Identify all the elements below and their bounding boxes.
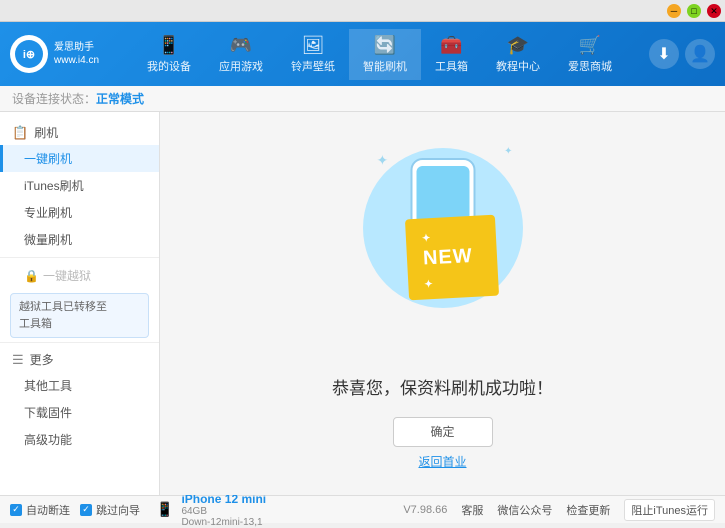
nav-tutorials-label: 教程中心 bbox=[496, 58, 540, 74]
nav-my-device[interactable]: 📱 我的设备 bbox=[133, 29, 205, 80]
nav-smart-flash-label: 智能刷机 bbox=[363, 58, 407, 74]
bottom-right: V7.98.66 客服 微信公众号 检查更新 阻止iTunes运行 bbox=[403, 499, 715, 521]
logo-icon: i⊕ bbox=[15, 40, 43, 68]
success-message: 恭喜您，保资料刷机成功啦！ bbox=[332, 374, 553, 399]
nav-store[interactable]: 🛒 爱思商城 bbox=[554, 29, 626, 80]
skip-wizard-label[interactable]: 跳过向导 bbox=[96, 502, 140, 518]
jailbreak-note-text: 越狱工具已转移至工具箱 bbox=[19, 301, 107, 330]
logo-area: i⊕ 爱思助手 www.i4.cn bbox=[10, 35, 110, 73]
bottombar: ✓ 自动断连 ✓ 跳过向导 📱 iPhone 12 mini 64GB Down… bbox=[0, 495, 725, 523]
device-storage: 64GB bbox=[181, 506, 266, 517]
device-model: Down-12mini-13,1 bbox=[181, 517, 266, 528]
sparkle-tr-icon: ✦ bbox=[504, 146, 512, 157]
sidebar-item-micro-flash[interactable]: 微量刷机 bbox=[0, 226, 159, 253]
device-icon: 📱 bbox=[156, 501, 173, 518]
nav-bar: 📱 我的设备 🎮 应用游戏 🖼 铃声壁纸 🔄 智能刷机 🧰 工具箱 🎓 教程中心… bbox=[110, 29, 649, 80]
sidebar-divider-2 bbox=[0, 342, 159, 343]
nav-my-device-label: 我的设备 bbox=[147, 58, 191, 74]
logo-name: 爱思助手 bbox=[54, 41, 99, 54]
auto-disconnect-checkbox[interactable]: ✓ bbox=[10, 504, 22, 516]
advanced-label: 高级功能 bbox=[24, 433, 72, 447]
apps-games-icon: 🎮 bbox=[230, 35, 252, 56]
confirm-label: 确定 bbox=[430, 423, 454, 440]
sidebar-section-flash[interactable]: 📋 刷机 bbox=[0, 120, 159, 145]
auto-disconnect-group: ✓ 自动断连 bbox=[10, 502, 70, 518]
again-link[interactable]: 返回首业 bbox=[418, 453, 466, 470]
skip-wizard-check-icon: ✓ bbox=[82, 504, 90, 515]
other-tools-label: 其他工具 bbox=[24, 379, 72, 393]
content-area: ✦ ✦ NEW 恭喜您，保资料刷机成功啦！ 确定 返回首业 bbox=[160, 112, 725, 495]
logo-circle: i⊕ bbox=[10, 35, 48, 73]
ringtone-wallpaper-icon: 🖼 bbox=[302, 35, 325, 56]
sidebar-item-itunes-flash[interactable]: iTunes刷机 bbox=[0, 172, 159, 199]
new-badge: NEW bbox=[404, 214, 498, 300]
nav-ringtone-wallpaper-label: 铃声壁纸 bbox=[291, 58, 335, 74]
sidebar-item-download-firmware[interactable]: 下载固件 bbox=[0, 399, 159, 426]
user-button[interactable]: 👤 bbox=[685, 39, 715, 69]
download-firmware-label: 下载固件 bbox=[24, 406, 72, 420]
pro-flash-label: 专业刷机 bbox=[24, 206, 72, 220]
stop-itunes-button[interactable]: 阻止iTunes运行 bbox=[624, 499, 715, 521]
nav-tutorials[interactable]: 🎓 教程中心 bbox=[482, 29, 554, 80]
sidebar-item-onekey-flash[interactable]: 一键刷机 bbox=[0, 145, 159, 172]
device-info: iPhone 12 mini 64GB Down-12mini-13,1 bbox=[181, 492, 266, 528]
more-section-label: 更多 bbox=[30, 351, 54, 368]
skip-wizard-group: ✓ 跳过向导 bbox=[80, 502, 140, 518]
download-button[interactable]: ⬇ bbox=[649, 39, 679, 69]
bottom-left: ✓ 自动断连 ✓ 跳过向导 📱 iPhone 12 mini 64GB Down… bbox=[10, 492, 403, 528]
logo-url: www.i4.cn bbox=[54, 54, 99, 67]
titlebar: ─ □ ✕ bbox=[0, 0, 725, 22]
nav-toolbox[interactable]: 🧰 工具箱 bbox=[421, 29, 482, 80]
store-icon: 🛒 bbox=[579, 35, 601, 56]
statusbar: 设备连接状态： 正常模式 bbox=[0, 86, 725, 112]
header: i⊕ 爱思助手 www.i4.cn 📱 我的设备 🎮 应用游戏 🖼 铃声壁纸 🔄… bbox=[0, 22, 725, 86]
sidebar-item-pro-flash[interactable]: 专业刷机 bbox=[0, 199, 159, 226]
micro-flash-label: 微量刷机 bbox=[24, 233, 72, 247]
sidebar-item-advanced[interactable]: 高级功能 bbox=[0, 426, 159, 453]
nav-toolbox-label: 工具箱 bbox=[435, 58, 468, 74]
sidebar: 📋 刷机 一键刷机 iTunes刷机 专业刷机 微量刷机 🔒 一键越狱 越狱工具… bbox=[0, 112, 160, 495]
sidebar-jailbreak-note: 越狱工具已转移至工具箱 bbox=[10, 293, 149, 338]
auto-disconnect-label[interactable]: 自动断连 bbox=[26, 502, 70, 518]
header-right: ⬇ 👤 bbox=[649, 39, 715, 69]
logo-text: 爱思助手 www.i4.cn bbox=[54, 41, 99, 67]
close-button[interactable]: ✕ bbox=[707, 4, 721, 18]
maximize-button[interactable]: □ bbox=[687, 4, 701, 18]
main-layout: 📋 刷机 一键刷机 iTunes刷机 专业刷机 微量刷机 🔒 一键越狱 越狱工具… bbox=[0, 112, 725, 495]
skip-wizard-checkbox[interactable]: ✓ bbox=[80, 504, 92, 516]
my-device-icon: 📱 bbox=[158, 35, 180, 56]
wechat-link[interactable]: 微信公众号 bbox=[497, 502, 552, 518]
checkbox-check-icon: ✓ bbox=[12, 504, 20, 515]
flash-section-icon: 📋 bbox=[12, 125, 28, 141]
jailbreak-label: 一键越狱 bbox=[43, 267, 91, 284]
flash-section-label: 刷机 bbox=[34, 124, 58, 141]
nav-store-label: 爱思商城 bbox=[568, 58, 612, 74]
sidebar-item-other-tools[interactable]: 其他工具 bbox=[0, 372, 159, 399]
lock-icon: 🔒 bbox=[24, 269, 39, 283]
smart-flash-icon: 🔄 bbox=[374, 35, 396, 56]
nav-apps-games-label: 应用游戏 bbox=[219, 58, 263, 74]
sparkle-tl-icon: ✦ bbox=[377, 152, 389, 169]
minimize-button[interactable]: ─ bbox=[667, 4, 681, 18]
onekey-flash-label: 一键刷机 bbox=[24, 152, 72, 166]
sidebar-section-more[interactable]: ☰ 更多 bbox=[0, 347, 159, 372]
status-label: 设备连接状态： bbox=[12, 90, 96, 107]
more-section-icon: ☰ bbox=[12, 352, 24, 368]
itunes-flash-label: iTunes刷机 bbox=[24, 179, 84, 193]
sidebar-section-jailbreak: 🔒 一键越狱 bbox=[0, 262, 159, 289]
tutorials-icon: 🎓 bbox=[507, 35, 529, 56]
sidebar-divider-1 bbox=[0, 257, 159, 258]
confirm-button[interactable]: 确定 bbox=[393, 417, 493, 447]
check-update-link[interactable]: 检查更新 bbox=[566, 502, 610, 518]
status-value: 正常模式 bbox=[96, 90, 144, 107]
phone-illustration: ✦ ✦ NEW bbox=[353, 138, 533, 358]
window-controls: ─ □ ✕ bbox=[663, 4, 721, 18]
version-label: V7.98.66 bbox=[403, 504, 447, 516]
nav-apps-games[interactable]: 🎮 应用游戏 bbox=[205, 29, 277, 80]
nav-ringtone-wallpaper[interactable]: 🖼 铃声壁纸 bbox=[277, 29, 349, 80]
toolbox-icon: 🧰 bbox=[440, 35, 462, 56]
customer-service-link[interactable]: 客服 bbox=[461, 502, 483, 518]
device-info-group: 📱 iPhone 12 mini 64GB Down-12mini-13,1 bbox=[156, 492, 266, 528]
nav-smart-flash[interactable]: 🔄 智能刷机 bbox=[349, 29, 421, 80]
